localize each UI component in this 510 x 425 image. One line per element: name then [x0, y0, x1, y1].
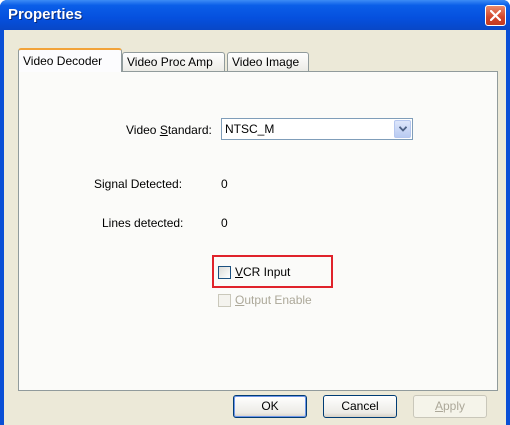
dropdown-button[interactable]: [394, 120, 411, 138]
vcr-input-checkbox[interactable]: [218, 266, 231, 279]
output-enable-label: Output Enable: [235, 293, 312, 307]
ok-button[interactable]: OK: [233, 395, 307, 418]
chevron-down-icon: [399, 126, 407, 132]
tab-label: Video Image: [232, 55, 300, 69]
signal-detected-label: Signal Detected:: [94, 177, 183, 191]
vcr-input-label[interactable]: VCR Input: [235, 265, 290, 279]
cancel-button[interactable]: Cancel: [323, 395, 397, 418]
tab-video-proc-amp[interactable]: Video Proc Amp: [122, 52, 225, 71]
window-title: Properties: [8, 6, 83, 23]
video-standard-select[interactable]: NTSC_M: [221, 118, 413, 140]
output-enable-checkbox[interactable]: [218, 294, 231, 307]
tab-label: Video Decoder: [23, 54, 103, 68]
apply-button[interactable]: Apply: [413, 395, 487, 418]
lines-detected-value: 0: [221, 216, 228, 230]
signal-detected-value: 0: [221, 177, 228, 191]
close-icon: [490, 10, 501, 21]
lines-detected-label: Lines detected:: [102, 216, 184, 230]
dialog-body: Video Decoder Video Proc Amp Video Image…: [4, 30, 506, 425]
video-standard-value: NTSC_M: [225, 122, 275, 136]
title-bar[interactable]: Properties: [0, 0, 510, 30]
tab-video-image[interactable]: Video Image: [227, 52, 309, 71]
video-standard-label: Video Standard:: [126, 123, 212, 137]
close-button[interactable]: [485, 5, 506, 26]
tab-label: Video Proc Amp: [127, 55, 213, 69]
tab-video-decoder[interactable]: Video Decoder: [18, 48, 122, 72]
